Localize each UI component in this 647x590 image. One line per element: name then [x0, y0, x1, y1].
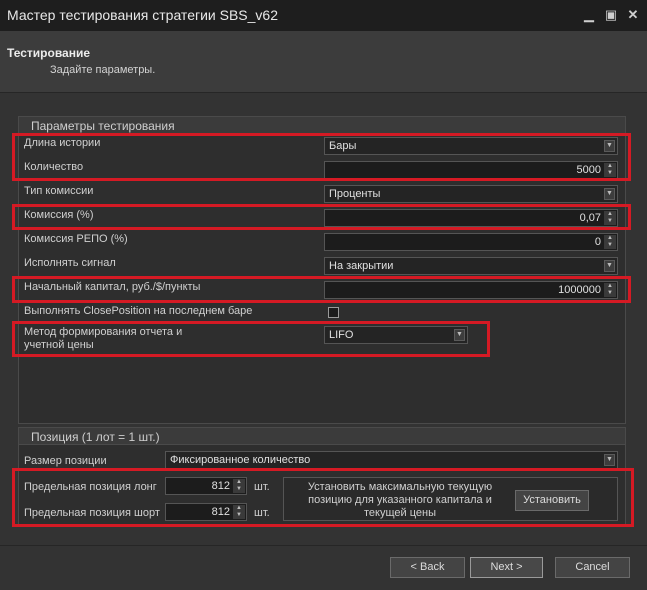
- highlight-history: [12, 133, 631, 181]
- position-size-label: Размер позиции: [24, 455, 107, 467]
- maximize-icon[interactable]: ▣: [603, 7, 619, 23]
- repo-commission-value: 0: [594, 236, 601, 248]
- close-position-checkbox[interactable]: [328, 307, 339, 318]
- highlight-report-method: [12, 321, 490, 357]
- execute-signal-value: На закрытии: [329, 260, 394, 272]
- wizard-window: Мастер тестирования стратегии SBS_v62 ▁ …: [0, 0, 647, 590]
- step-title: Тестирование: [7, 46, 91, 60]
- test-params-group-title: Параметры тестирования: [19, 117, 625, 134]
- cancel-button[interactable]: Cancel: [555, 557, 630, 578]
- back-button[interactable]: < Back: [390, 557, 465, 578]
- execute-signal-select[interactable]: На закрытии ▼: [324, 257, 618, 275]
- chevron-down-icon[interactable]: ▼: [604, 454, 615, 466]
- close-icon[interactable]: ✕: [625, 7, 641, 23]
- close-position-label: Выполнять ClosePosition на последнем бар…: [24, 305, 253, 317]
- title-bar: Мастер тестирования стратегии SBS_v62 ▁ …: [0, 0, 647, 31]
- repo-commission-label: Комиссия РЕПО (%): [24, 233, 128, 245]
- commission-type-value: Проценты: [329, 188, 381, 200]
- highlight-capital: [12, 276, 631, 303]
- position-group-title: Позиция (1 лот = 1 шт.): [19, 428, 625, 445]
- position-size-value: Фиксированное количество: [170, 454, 311, 466]
- commission-type-select[interactable]: Проценты ▼: [324, 185, 618, 203]
- execute-signal-label: Исполнять сигнал: [24, 257, 116, 269]
- step-subtitle: Задайте параметры.: [50, 64, 156, 76]
- highlight-position-limits: [12, 468, 634, 527]
- wizard-header: Тестирование Задайте параметры.: [0, 31, 647, 93]
- arrow-down-icon[interactable]: ▼: [604, 242, 616, 249]
- arrow-up-icon[interactable]: ▲: [604, 235, 616, 242]
- next-button[interactable]: Next >: [470, 557, 543, 578]
- chevron-down-icon[interactable]: ▼: [604, 260, 615, 272]
- repo-commission-input[interactable]: 0 ▲ ▼: [324, 233, 618, 251]
- repo-commission-stepper[interactable]: ▲ ▼: [604, 235, 616, 249]
- chevron-down-icon[interactable]: ▼: [604, 188, 615, 200]
- window-title: Мастер тестирования стратегии SBS_v62: [7, 7, 278, 23]
- commission-type-label: Тип комиссии: [24, 185, 94, 197]
- minimize-icon[interactable]: ▁: [581, 7, 597, 23]
- wizard-footer: < Back Next > Cancel: [0, 545, 647, 590]
- highlight-commission: [12, 204, 631, 230]
- position-size-select[interactable]: Фиксированное количество ▼: [165, 451, 618, 469]
